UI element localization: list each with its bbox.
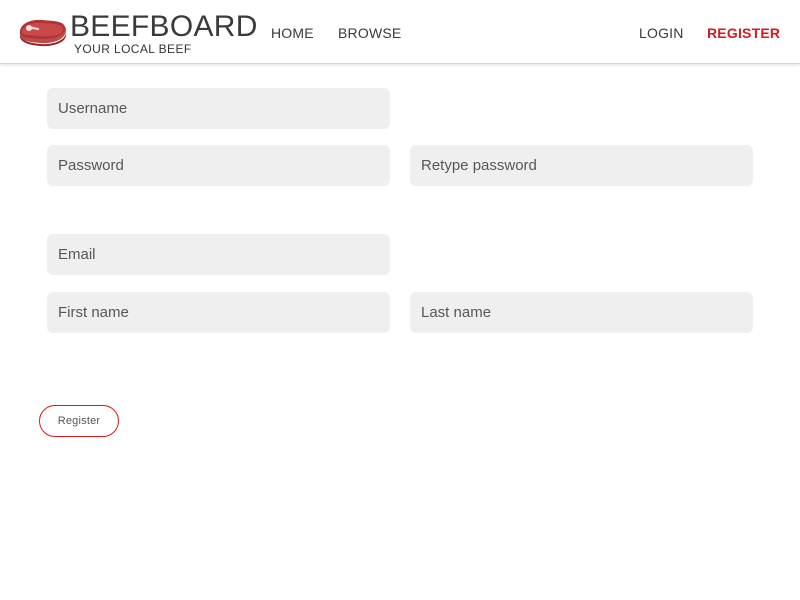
nav-register-link[interactable]: REGISTER: [707, 24, 780, 42]
username-field[interactable]: [47, 88, 390, 129]
password-field[interactable]: [47, 145, 390, 186]
brand-home-link[interactable]: BEEFBOARD YOUR LOCAL BEEF: [16, 8, 257, 60]
retype-password-field[interactable]: [410, 145, 753, 186]
brand-name: BEEFBOARD: [70, 10, 258, 43]
nav-login-link[interactable]: LOGIN: [639, 24, 684, 42]
brand-tagline: YOUR LOCAL BEEF: [74, 42, 192, 56]
last-name-field[interactable]: [410, 292, 753, 333]
email-field[interactable]: [47, 234, 390, 275]
register-submit-button[interactable]: Register: [39, 405, 119, 437]
steak-icon: [19, 19, 66, 47]
top-navbar: BEEFBOARD YOUR LOCAL BEEF HOME BROWSE LO…: [0, 0, 800, 64]
first-name-field[interactable]: [47, 292, 390, 333]
nav-browse-link[interactable]: BROWSE: [338, 24, 401, 42]
nav-home-link[interactable]: HOME: [271, 24, 314, 42]
